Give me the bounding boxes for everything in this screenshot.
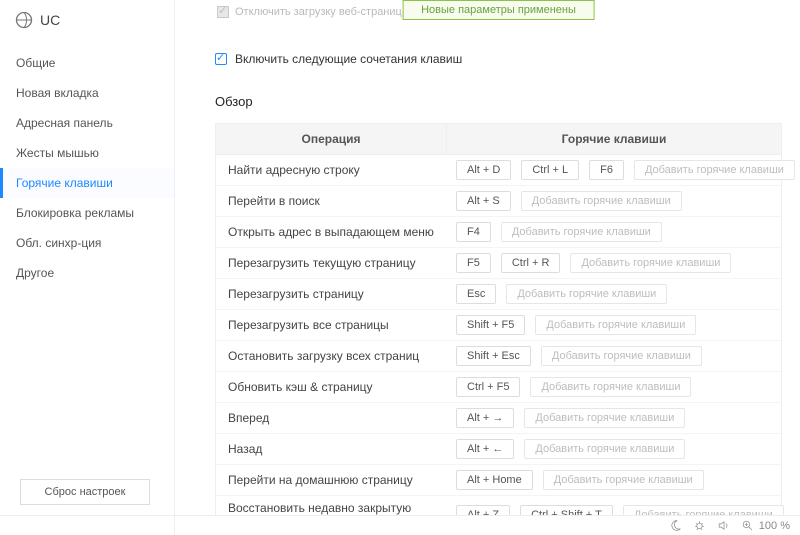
operation-label: Открыть адрес в выпадающем меню	[216, 225, 446, 239]
sidebar-item[interactable]: Блокировка рекламы	[0, 198, 174, 228]
add-hotkey-button[interactable]: Добавить горячие клавиши	[543, 470, 704, 490]
column-operation: Операция	[216, 124, 446, 154]
table-row: Перезагрузить страницу Esc Добавить горячи…	[216, 278, 781, 309]
hotkey-chip[interactable]: Alt + ←	[456, 439, 514, 459]
table-row: Остановить загрузку всех страницShift + …	[216, 340, 781, 371]
hotkeys-cell: Shift + F5 Добавить горячие клавиши	[446, 315, 781, 335]
add-hotkey-button[interactable]: Добавить горячие клавиши	[541, 346, 702, 366]
sidebar-item[interactable]: Горячие клавиши	[0, 168, 174, 198]
operation-label: Обновить кэш & страницу	[216, 380, 446, 394]
table-row: Вперед Alt + → Добавить горячие клавиши	[216, 402, 781, 433]
hotkeys-cell: Esc Добавить горячие клавиши	[446, 284, 781, 304]
sidebar: UC ОбщиеНовая вкладкаАдресная панельЖест…	[0, 0, 175, 535]
brand: UC	[0, 0, 174, 44]
operation-label: Перезагрузить текущую страницу	[216, 256, 446, 270]
add-hotkey-button[interactable]: Добавить горячие клавиши	[570, 253, 731, 273]
table-header: Операция Горячие клавиши	[216, 124, 781, 155]
hotkey-chip[interactable]: F5	[456, 253, 491, 273]
table-row: Назад Alt + ← Добавить горячие клавиши	[216, 433, 781, 464]
zoom-value: 100 %	[759, 520, 790, 532]
table-row: Перейти на домашнюю страницу Alt + Home До…	[216, 464, 781, 495]
hotkeys-table: Операция Горячие клавиши Найти адресную …	[215, 123, 782, 515]
operation-label: Остановить загрузку всех страниц	[216, 349, 446, 363]
add-hotkey-button[interactable]: Добавить горячие клавиши	[524, 439, 685, 459]
hotkeys-cell: Alt + S Добавить горячие клавиши	[446, 191, 781, 211]
operation-label: Перейти на домашнюю страницу	[216, 473, 446, 487]
hotkeys-cell: F5 Ctrl + R Добавить горячие клавиши	[446, 253, 781, 273]
table-row: Перезагрузить текущую страницу F5 Ctrl + R…	[216, 247, 781, 278]
add-hotkey-button[interactable]: Добавить горячие клавиши	[623, 505, 784, 515]
zoom-in-icon	[741, 519, 755, 533]
table-row: Перейти в поиск Alt + S Добавить горячие к…	[216, 185, 781, 216]
hotkeys-cell: F4 Добавить горячие клавиши	[446, 222, 781, 242]
reset-settings-button[interactable]: Сброс настроек	[20, 479, 150, 505]
add-hotkey-button[interactable]: Добавить горячие клавиши	[524, 408, 685, 428]
operation-label: Найти адресную строку	[216, 163, 446, 177]
hotkey-chip[interactable]: Alt + →	[456, 408, 514, 428]
hotkey-chip[interactable]: Alt + D	[456, 160, 511, 180]
checkbox-icon	[217, 6, 229, 18]
add-hotkey-button[interactable]: Добавить горячие клавиши	[634, 160, 795, 180]
hotkey-chip[interactable]: Shift + Esc	[456, 346, 531, 366]
hotkey-chip[interactable]: Alt + Home	[456, 470, 533, 490]
hotkey-chip[interactable]: Alt + S	[456, 191, 511, 211]
hotkey-chip[interactable]: F4	[456, 222, 491, 242]
add-hotkey-button[interactable]: Добавить горячие клавиши	[501, 222, 662, 242]
sidebar-item[interactable]: Общие	[0, 48, 174, 78]
status-bar: 100 %	[0, 515, 800, 535]
add-hotkey-button[interactable]: Добавить горячие клавиши	[521, 191, 682, 211]
hotkey-chip[interactable]: Ctrl + R	[501, 253, 561, 273]
section-title: Обзор	[215, 94, 782, 109]
hotkeys-cell: Alt + ← Добавить горячие клавиши	[446, 439, 781, 459]
hotkey-chip[interactable]: Ctrl + L	[521, 160, 579, 180]
table-row: Открыть адрес в выпадающем меню F4 Добавит…	[216, 216, 781, 247]
hotkeys-cell: Alt + Home Добавить горячие клавиши	[446, 470, 781, 490]
volume-icon[interactable]	[717, 519, 731, 533]
sidebar-item[interactable]: Новая вкладка	[0, 78, 174, 108]
table-row: Перезагрузить все страницы Shift + F5 Доба…	[216, 309, 781, 340]
table-row: Обновить кэш & страницу Ctrl + F5 Добавить…	[216, 371, 781, 402]
operation-label: Перейти в поиск	[216, 194, 446, 208]
hotkeys-cell: Alt + Z Ctrl + Shift + T Добавить горячие …	[446, 505, 784, 515]
hotkeys-cell: Alt + D Ctrl + L F6 Добавить горячие клавиш…	[446, 160, 795, 180]
sidebar-item[interactable]: Другое	[0, 258, 174, 288]
operation-label: Вперед	[216, 411, 446, 425]
operation-label: Перезагрузить все страницы	[216, 318, 446, 332]
zoom-control[interactable]: 100 %	[741, 519, 790, 533]
add-hotkey-button[interactable]: Добавить горячие клавиши	[535, 315, 696, 335]
top-strip: Отключить загрузку веб-страницы при нажа…	[215, 0, 782, 18]
hotkey-chip[interactable]: Esc	[456, 284, 496, 304]
settings-applied-toast: Новые параметры применены	[402, 0, 595, 20]
main-content: Отключить загрузку веб-страницы при нажа…	[175, 0, 800, 515]
hotkeys-cell: Alt + → Добавить горячие клавиши	[446, 408, 781, 428]
hotkeys-cell: Ctrl + F5 Добавить горячие клавиши	[446, 377, 781, 397]
operation-label: Восстановить недавно закрытую вкладку	[216, 501, 446, 515]
uc-logo-icon	[14, 10, 34, 30]
checkbox-checked-icon	[215, 53, 227, 65]
enable-shortcuts-checkbox[interactable]: Включить следующие сочетания клавиш	[215, 52, 782, 66]
sidebar-item[interactable]: Жесты мышью	[0, 138, 174, 168]
operation-label: Перезагрузить страницу	[216, 287, 446, 301]
enable-shortcuts-label: Включить следующие сочетания клавиш	[235, 52, 462, 66]
add-hotkey-button[interactable]: Добавить горячие клавиши	[530, 377, 691, 397]
sidebar-nav: ОбщиеНовая вкладкаАдресная панельЖесты м…	[0, 48, 174, 288]
hotkey-chip[interactable]: Ctrl + Shift + T	[520, 505, 613, 515]
hotkeys-cell: Shift + Esc Добавить горячие клавиши	[446, 346, 781, 366]
sidebar-item[interactable]: Обл. синхр-ция	[0, 228, 174, 258]
table-row: Восстановить недавно закрытую вкладкуAlt…	[216, 495, 781, 515]
hotkey-chip[interactable]: Ctrl + F5	[456, 377, 520, 397]
operation-label: Назад	[216, 442, 446, 456]
column-hotkeys: Горячие клавиши	[446, 124, 781, 154]
add-hotkey-button[interactable]: Добавить горячие клавиши	[506, 284, 667, 304]
hotkey-chip[interactable]: F6	[589, 160, 624, 180]
hotkey-chip[interactable]: Alt + Z	[456, 505, 510, 515]
table-row: Найти адресную строкуAlt + DCtrl + LF6До…	[216, 155, 781, 185]
moon-icon[interactable]	[669, 519, 683, 533]
hotkey-chip[interactable]: Shift + F5	[456, 315, 525, 335]
sidebar-item[interactable]: Адресная панель	[0, 108, 174, 138]
bug-icon[interactable]	[693, 519, 707, 533]
brand-text: UC	[40, 12, 60, 28]
